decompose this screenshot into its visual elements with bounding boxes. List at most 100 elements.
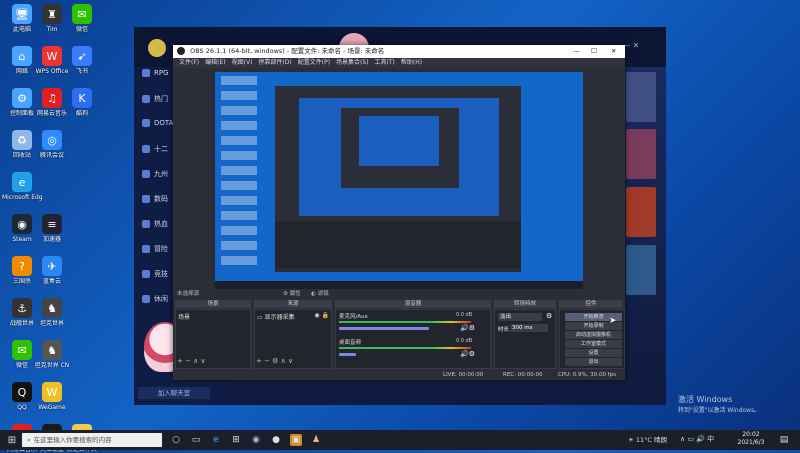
app-taskbar-icon[interactable]: ♟: [310, 434, 322, 446]
transition-settings-icon[interactable]: ⚙: [546, 312, 552, 320]
game-tile-1[interactable]: [626, 72, 656, 122]
desktop-icon[interactable]: ♞ 坦克世界: [32, 298, 72, 327]
obs-menu-item[interactable]: 停靠部件(D): [258, 58, 291, 68]
obs-menubar: 文件(F) 编辑(E) 视图(V) 停靠部件(D) 配置文件(P) 场景集合(S) 工具(T…: [173, 58, 625, 68]
preview-desktop-icons: [221, 76, 257, 266]
taskbar-search-box[interactable]: ⌕ 在这里输入你要搜索的内容: [22, 433, 162, 447]
control-button[interactable]: 退出: [565, 358, 622, 366]
mic-mute-icon[interactable]: 🔊⚙: [460, 324, 475, 332]
launcher-nav-label: 冒险: [154, 245, 168, 253]
desktop-icon-label: WeGame: [38, 404, 66, 411]
launcher-nav-item[interactable]: 竞技: [142, 269, 168, 279]
network-icon: ⌂: [12, 46, 32, 66]
maximize-button[interactable]: ☐: [591, 45, 597, 58]
scene-item[interactable]: 场景: [178, 312, 250, 321]
nav-icon: [142, 145, 150, 153]
start-button-windows-icon[interactable]: ⊞: [6, 434, 18, 446]
nav-icon: [142, 195, 150, 203]
nav-icon: [142, 170, 150, 178]
edge-taskbar-icon[interactable]: e: [210, 434, 222, 446]
duration-label: 时长: [498, 327, 510, 333]
launcher-nav-item[interactable]: 热门: [142, 94, 168, 104]
notification-icon[interactable]: ▤: [778, 434, 790, 446]
watermark-line2: 转到"设置"以激活 Windows。: [678, 407, 761, 414]
mixer-dock: 麦克风/Aux 0.0 dB 🔊⚙ 桌面音频 0.0 dB 🔊⚙: [335, 309, 491, 369]
desktop-icon[interactable]: ✉ 微信: [62, 4, 102, 33]
source-item[interactable]: ▭ 显示器采集 ◉ 🔒: [257, 312, 331, 321]
steam-taskbar-icon[interactable]: ◉: [250, 434, 262, 446]
cortana-icon[interactable]: ○: [170, 434, 182, 446]
desktop-icon[interactable]: K 酷狗: [62, 88, 102, 117]
game-tile-2[interactable]: [626, 129, 656, 179]
properties-button[interactable]: ⚙ 属性: [283, 290, 301, 299]
mic-volume-slider[interactable]: [339, 327, 429, 330]
control-button[interactable]: 工作室模式: [565, 340, 622, 348]
game-tile-4[interactable]: [626, 245, 656, 295]
obs-taskbar-icon[interactable]: ●: [270, 434, 282, 446]
obs-menu-item[interactable]: 视图(V): [232, 58, 253, 68]
obs-menu-item[interactable]: 工具(T): [375, 58, 395, 68]
mixer-track-mic-name: 麦克风/Aux: [339, 314, 368, 320]
close-button[interactable]: ✕: [611, 45, 616, 58]
launcher-nav-item[interactable]: 九州: [142, 169, 168, 179]
desktop-icon-label: 加速器: [42, 236, 61, 243]
preview-nested-window: [275, 86, 521, 272]
filters-button[interactable]: ◐ 滤镜: [311, 290, 329, 299]
cpu-fps: CPU: 0.9%, 30.00 fps: [558, 372, 617, 378]
obs-menu-item[interactable]: 场景集合(S): [336, 58, 369, 68]
visibility-eye-icon[interactable]: ◉ 🔒: [314, 312, 329, 319]
transitions-panel-title: 转场特效: [494, 300, 556, 308]
search-icon: ⌕: [27, 436, 31, 444]
desktop-icon[interactable]: W WeGame: [32, 382, 72, 411]
game-tile-3[interactable]: [626, 187, 656, 237]
control-button[interactable]: 设置: [565, 349, 622, 357]
launcher-taskbar-icon[interactable]: ▣: [290, 434, 302, 446]
tank-icon-2: ♞: [42, 340, 62, 360]
desktop-icon[interactable]: ◎ 腾讯会议: [32, 130, 72, 159]
obs-menu-item[interactable]: 配置文件(P): [298, 58, 330, 68]
sources-dock: ▭ 显示器采集 ◉ 🔒 + − ⚙ ∧ ∨: [254, 309, 332, 369]
game-icon-2: ?: [12, 256, 32, 276]
desktop-icon[interactable]: ♞ 坦克世界 CN: [32, 340, 72, 369]
mixer-panel-title: 混音器: [335, 300, 491, 308]
desktop-icon-label: 飞书: [75, 68, 88, 75]
nav-icon: [142, 95, 150, 103]
task-view-icon[interactable]: ▭: [190, 434, 202, 446]
obs-menu-item[interactable]: 文件(F): [179, 58, 199, 68]
minimize-button[interactable]: —: [573, 45, 580, 58]
desktop-icon[interactable]: ➹ 飞书: [62, 46, 102, 75]
control-button[interactable]: 启动虚拟摄像机: [565, 331, 622, 339]
launcher-nav-item[interactable]: 热血: [142, 219, 168, 229]
weather-widget[interactable]: ☀ 11°C 晴朗: [628, 434, 667, 444]
join-chat-button[interactable]: 加入聊天室: [138, 387, 210, 399]
clock[interactable]: 20:02 2021/6/3: [736, 431, 766, 447]
controls-panel-title: 控件: [559, 300, 623, 308]
launcher-nav-item[interactable]: RPG: [142, 69, 169, 77]
obs-menu-item[interactable]: 帮助(H): [401, 58, 422, 68]
scenes-panel-title: 场景: [175, 300, 251, 308]
search-placeholder: 在这里输入你要搜索的内容: [33, 436, 112, 444]
launcher-nav-item[interactable]: DOTA: [142, 119, 173, 127]
tray-icons[interactable]: ∧ ▭ 🔊 中: [680, 434, 714, 444]
desktop-icon[interactable]: ✈ 蓝奏云: [32, 256, 72, 285]
scene-add-remove-controls[interactable]: + − ∧ ∨: [177, 357, 206, 365]
desktop-icon[interactable]: e Microsoft Edge: [2, 172, 42, 201]
launcher-nav-item[interactable]: 冒险: [142, 244, 168, 254]
transition-select[interactable]: 淡出: [498, 313, 542, 321]
desktop-mute-icon[interactable]: 🔊⚙: [460, 350, 475, 358]
duration-input[interactable]: 300 ms: [510, 324, 548, 332]
source-add-remove-controls[interactable]: + − ⚙ ∧ ∨: [256, 357, 293, 365]
launcher-nav-item[interactable]: 休闲: [142, 294, 168, 304]
desktop-icon[interactable]: ≡ 加速器: [32, 214, 72, 243]
source-toolbar: 未选择源 ⚙ 属性 ◐ 滤镜: [173, 290, 625, 299]
desktop-icon-label: 坦克世界 CN: [34, 362, 70, 369]
desktop-icon-label: Microsoft Edge: [2, 194, 42, 201]
launcher-nav-item[interactable]: 数码: [142, 194, 168, 204]
launcher-logo: [148, 39, 166, 57]
desktop-volume-slider[interactable]: [339, 353, 356, 356]
obs-menu-item[interactable]: 编辑(E): [205, 58, 225, 68]
launcher-nav-item[interactable]: 十二: [142, 144, 168, 154]
wegame-icon: W: [42, 382, 62, 402]
preview-canvas[interactable]: [215, 72, 583, 289]
store-taskbar-icon[interactable]: ⊞: [230, 434, 242, 446]
